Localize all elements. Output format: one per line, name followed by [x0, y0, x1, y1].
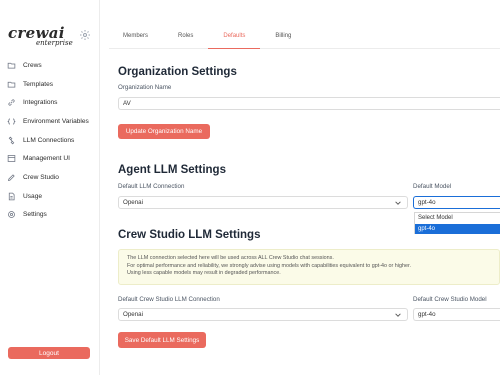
sidebar-item-llm-connections[interactable]: LLM Connections: [7, 131, 97, 150]
sidebar-item-label: LLM Connections: [23, 136, 75, 144]
sidebar-item-usage[interactable]: Usage: [7, 187, 97, 206]
gear-icon[interactable]: [79, 28, 91, 40]
logo-subtitle: enterprise: [36, 39, 73, 47]
save-default-llm-button[interactable]: Save Default LLM Settings: [118, 332, 206, 348]
sidebar-item-crew-studio[interactable]: Crew Studio: [7, 168, 97, 187]
sidebar-item-label: Management UI: [23, 155, 70, 163]
sidebar-item-environment-variables[interactable]: Environment Variables: [7, 112, 97, 131]
crewai-logo[interactable]: crewai enterprise: [8, 26, 74, 48]
sidebar-item-crews[interactable]: Crews: [7, 56, 97, 75]
plug-icon: [7, 136, 16, 145]
sidebar-item-label: Environment Variables: [23, 117, 89, 125]
sidebar-item-label: Settings: [23, 211, 47, 219]
sidebar-item-label: Usage: [23, 192, 43, 200]
studio-llm-title: Crew Studio LLM Settings: [118, 229, 261, 241]
default-model-label: Default Model: [413, 183, 452, 190]
agent-llm-title: Agent LLM Settings: [118, 164, 226, 176]
org-settings-title: Organization Settings: [118, 66, 237, 78]
studio-llm-notice: The LLM connection selected here will be…: [118, 249, 500, 285]
tab-billing[interactable]: Billing: [260, 25, 306, 49]
sidebar-item-integrations[interactable]: Integrations: [7, 93, 97, 112]
notice-line: Using less capable models may result in …: [127, 270, 281, 277]
folder-icon: [7, 61, 16, 70]
studio-llm-connection-select[interactable]: Openai: [118, 308, 408, 321]
link-icon: [7, 98, 16, 107]
file-icon: [7, 192, 16, 201]
folder-icon: [7, 80, 16, 89]
tab-defaults[interactable]: Defaults: [208, 25, 261, 49]
sidebar: crewai enterprise Crews Templates Integr…: [0, 0, 100, 375]
sidebar-item-label: Integrations: [23, 99, 58, 107]
default-model-select[interactable]: gpt-4o: [413, 196, 500, 209]
chevron-down-icon: [395, 200, 401, 206]
sidebar-item-templates[interactable]: Templates: [7, 75, 97, 94]
sidebar-item-label: Templates: [23, 80, 54, 88]
tab-members[interactable]: Members: [109, 25, 163, 49]
org-name-label: Organization Name: [118, 84, 172, 91]
org-name-value: AV: [123, 100, 131, 107]
dropdown-option-select-model[interactable]: Select Model: [415, 213, 500, 224]
studio-model-value: gpt-4o: [418, 311, 436, 318]
chevron-down-icon: [395, 312, 401, 318]
notice-line: The LLM connection selected here will be…: [127, 255, 334, 261]
sidebar-item-settings[interactable]: Settings: [7, 206, 97, 225]
sidebar-item-label: Crew Studio: [23, 173, 59, 181]
notice-line: For optimal performance and reliability,…: [127, 262, 411, 269]
sidebar-nav: Crews Templates Integrations Environment…: [7, 56, 97, 224]
main-content: Members Roles Defaults Billing Organizat…: [101, 0, 500, 375]
logout-button[interactable]: Logout: [8, 347, 90, 359]
dropdown-option-gpt-4o[interactable]: gpt-4o: [415, 223, 500, 234]
studio-model-label: Default Crew Studio Model: [413, 296, 487, 303]
sidebar-item-management-ui[interactable]: Management UI: [7, 149, 97, 168]
studio-model-select[interactable]: gpt-4o: [413, 308, 500, 321]
update-org-name-button[interactable]: Update Organization Name: [118, 124, 210, 139]
grid-icon: [7, 154, 16, 163]
settings-tabs: Members Roles Defaults Billing: [109, 25, 500, 49]
default-llm-connection-value: Openai: [123, 199, 143, 206]
default-model-value: gpt-4o: [418, 199, 436, 206]
model-dropdown-list: Select Model gpt-4o: [414, 212, 500, 234]
studio-llm-connection-value: Openai: [123, 311, 143, 318]
org-name-input[interactable]: AV: [118, 97, 500, 110]
code-icon: [7, 117, 16, 126]
studio-llm-connection-label: Default Crew Studio LLM Connection: [118, 296, 220, 303]
default-llm-connection-label: Default LLM Connection: [118, 183, 185, 190]
pencil-icon: [7, 173, 16, 182]
gear-icon: [7, 210, 16, 219]
default-llm-connection-select[interactable]: Openai: [118, 196, 408, 209]
tab-roles[interactable]: Roles: [163, 25, 208, 49]
sidebar-item-label: Crews: [23, 61, 42, 69]
